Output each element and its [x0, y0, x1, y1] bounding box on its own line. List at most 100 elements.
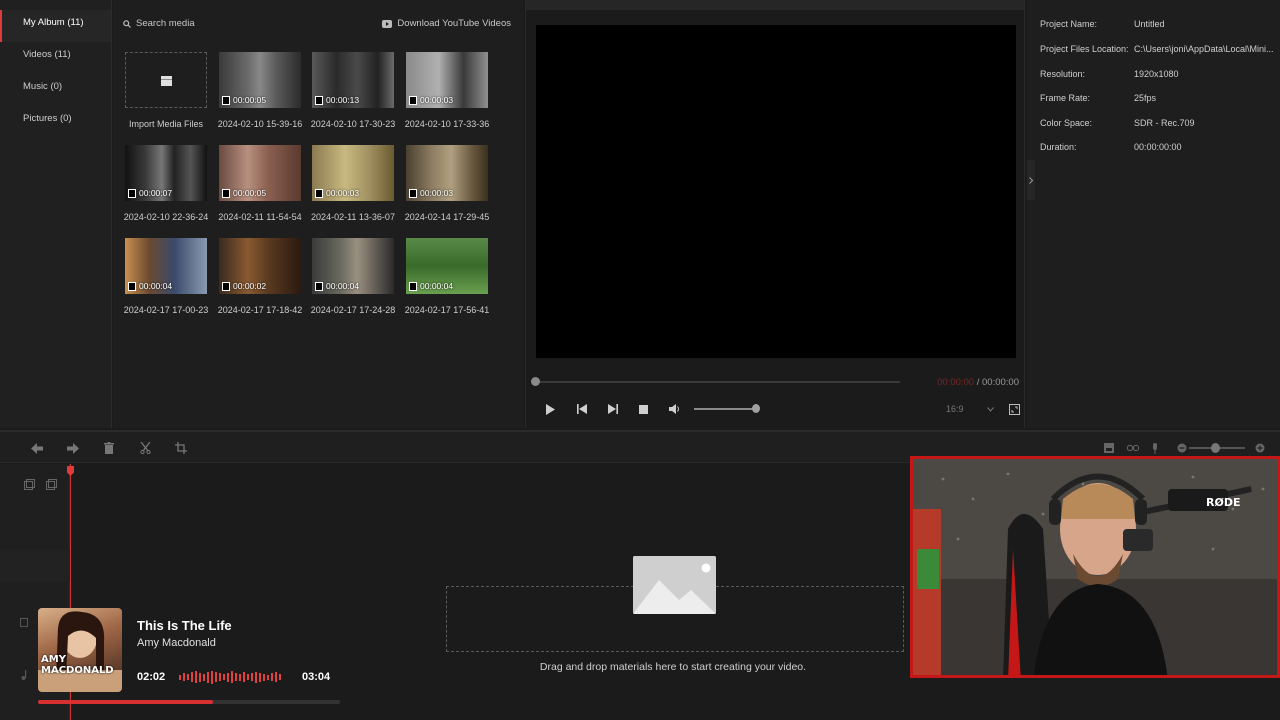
zoom-out-button[interactable] [1175, 441, 1189, 455]
play-button[interactable] [535, 401, 566, 417]
video-thumbnail[interactable]: 00:00:13 [312, 52, 394, 108]
audio-button[interactable] [1148, 441, 1162, 455]
album-sidebar: My Album (11) Videos (11) Music (0) Pict… [0, 0, 112, 428]
zoom-slider[interactable] [1189, 443, 1245, 453]
sidebar-item-music[interactable]: Music (0) [0, 74, 111, 106]
aspect-ratio-select[interactable]: 16:9 [942, 400, 998, 418]
media-item[interactable]: 00:00:03 2024-02-10 17-33-36 [405, 52, 489, 129]
media-item-name: 2024-02-11 11-54-54 [218, 212, 302, 222]
video-thumbnail[interactable]: 00:00:07 [125, 145, 207, 201]
sidebar-item-pictures[interactable]: Pictures (0) [0, 106, 111, 138]
scrubber-handle[interactable] [531, 377, 540, 386]
video-thumbnail[interactable]: 00:00:04 [125, 238, 207, 294]
video-thumbnail[interactable]: 00:00:05 [219, 145, 301, 201]
search-media-button[interactable]: Search media [123, 18, 195, 29]
waveform-bar [251, 673, 253, 681]
sidebar-item-videos[interactable]: Videos (11) [0, 42, 111, 74]
media-item[interactable]: 00:00:03 2024-02-11 13-36-07 [311, 145, 395, 222]
waveform-bar [243, 672, 245, 682]
media-item[interactable]: 00:00:13 2024-02-10 17-30-23 [311, 52, 395, 129]
crop-button[interactable] [174, 441, 188, 455]
sidebar-item-my-album[interactable]: My Album (11) [0, 10, 111, 42]
duration-badge: 00:00:03 [409, 188, 453, 198]
film-icon [128, 188, 136, 198]
delete-button[interactable] [102, 441, 116, 455]
film-icon [222, 281, 230, 291]
media-item[interactable]: 00:00:04 2024-02-17 17-56-41 [405, 238, 489, 315]
prop-key: Frame Rate: [1040, 93, 1091, 103]
media-item[interactable]: 00:00:02 2024-02-17 17-18-42 [218, 238, 302, 315]
zoom-in-button[interactable] [1253, 441, 1267, 455]
duration-badge: 00:00:04 [128, 281, 172, 291]
collapse-panel-handle[interactable] [1027, 160, 1035, 200]
waveform-bar [227, 672, 229, 682]
video-thumbnail[interactable]: 00:00:05 [219, 52, 301, 108]
trash-icon [104, 442, 114, 454]
redo-icon [67, 442, 79, 454]
add-track-button[interactable] [24, 479, 35, 493]
video-track-header [0, 550, 70, 582]
film-icon [222, 188, 230, 198]
video-thumbnail[interactable]: 00:00:02 [219, 238, 301, 294]
film-icon [315, 188, 323, 198]
waveform-bar [203, 673, 205, 681]
preview-header [526, 0, 1024, 10]
media-item-name: 2024-02-17 17-24-28 [310, 305, 396, 315]
import-media-dropbox[interactable] [125, 52, 207, 108]
preview-screen[interactable] [536, 25, 1016, 358]
volume-slider[interactable] [694, 404, 760, 413]
waveform-bar [263, 673, 265, 681]
volume-button[interactable] [659, 401, 690, 417]
waveform-bar [179, 674, 181, 680]
media-item[interactable]: 00:00:04 2024-02-17 17-24-28 [311, 238, 395, 315]
split-button[interactable] [138, 441, 152, 455]
video-thumbnail[interactable]: 00:00:04 [312, 238, 394, 294]
zoom-in-icon [1255, 443, 1265, 453]
redo-button[interactable] [66, 441, 80, 455]
import-media-label: Import Media Files [128, 119, 204, 129]
import-media-tile[interactable]: Import Media Files [125, 52, 207, 129]
stop-icon [639, 404, 648, 414]
undo-button[interactable] [30, 441, 44, 455]
video-thumbnail[interactable]: 00:00:03 [312, 145, 394, 201]
video-thumbnail[interactable]: 00:00:03 [406, 145, 488, 201]
duration-badge: 00:00:05 [222, 95, 266, 105]
link-button[interactable] [1126, 441, 1140, 455]
video-thumbnail[interactable]: 00:00:04 [406, 238, 488, 294]
media-item[interactable]: 00:00:05 2024-02-10 15-39-16 [218, 52, 302, 129]
fullscreen-button[interactable] [1007, 402, 1021, 416]
song-artist: Amy Macdonald [137, 637, 216, 649]
mic-brand-label: RØDE [1206, 496, 1241, 509]
previous-frame-button[interactable] [566, 401, 597, 417]
duration-badge: 00:00:04 [315, 281, 359, 291]
snap-button[interactable] [1102, 441, 1116, 455]
prop-key: Project Files Location: [1040, 44, 1129, 54]
download-youtube-button[interactable]: Download YouTube Videos [382, 18, 511, 29]
waveform-bar [207, 671, 209, 683]
media-item[interactable]: 00:00:07 2024-02-10 22-36-24 [124, 145, 208, 222]
film-icon [315, 95, 323, 105]
media-item[interactable]: 00:00:03 2024-02-14 17-29-45 [405, 145, 489, 222]
search-icon [123, 19, 131, 28]
waveform-bar [187, 674, 189, 680]
media-item[interactable]: 00:00:04 2024-02-17 17-00-23 [124, 238, 208, 315]
video-thumbnail[interactable]: 00:00:03 [406, 52, 488, 108]
zoom-slider-handle[interactable] [1211, 443, 1220, 453]
waveform-bar [279, 674, 281, 680]
media-item[interactable]: 00:00:05 2024-02-11 11-54-54 [218, 145, 302, 222]
duration-badge: 00:00:03 [315, 188, 359, 198]
volume-slider-handle[interactable] [752, 404, 760, 413]
preview-scrubber[interactable] [531, 377, 900, 386]
stop-button[interactable] [628, 401, 659, 417]
film-icon [222, 95, 230, 105]
download-youtube-label: Download YouTube Videos [397, 18, 511, 29]
playback-controls [535, 401, 760, 417]
skip-forward-icon [607, 404, 618, 414]
media-item-name: 2024-02-17 17-18-42 [217, 305, 303, 315]
duration-badge: 00:00:02 [222, 281, 266, 291]
prop-resolution: Resolution: 1920x1080 [1040, 69, 1274, 79]
waveform-bar [255, 671, 257, 683]
copy-track-button[interactable] [46, 479, 57, 493]
waveform-bar [223, 674, 225, 680]
next-frame-button[interactable] [597, 401, 628, 417]
